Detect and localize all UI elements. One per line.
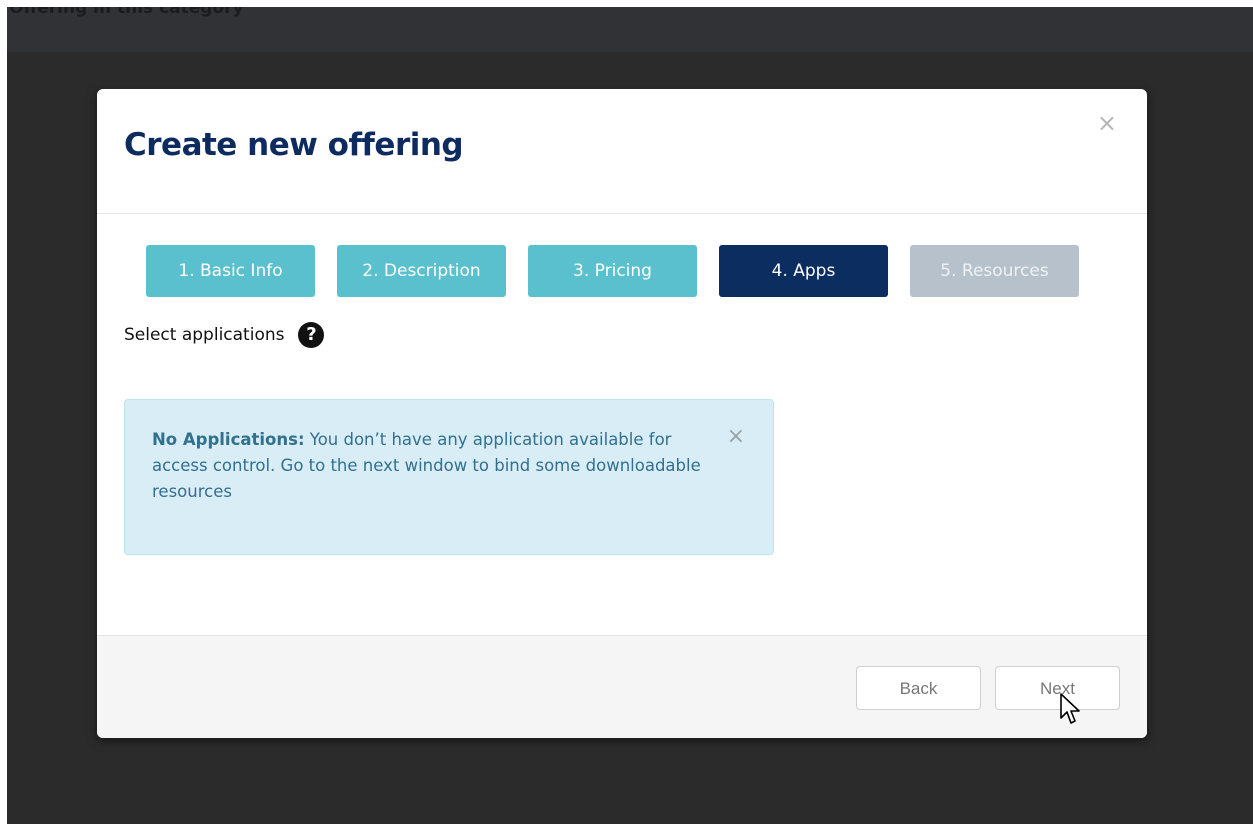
select-applications-row: Select applications ? (124, 320, 325, 350)
step-pricing[interactable]: 3. Pricing (528, 245, 697, 297)
close-icon[interactable]: × (1097, 111, 1117, 135)
no-applications-alert: No Applications: You don’t have any appl… (124, 399, 774, 555)
modal-title: Create new offering (124, 127, 464, 163)
mouse-cursor-icon (1060, 693, 1080, 724)
step-description[interactable]: 2. Description (337, 245, 506, 297)
page-header-bar: Offering in this category (7, 7, 1253, 52)
step-resources: 5. Resources (910, 245, 1079, 297)
step-basic-info[interactable]: 1. Basic Info (146, 245, 315, 297)
step-apps[interactable]: 4. Apps (719, 245, 888, 297)
alert-close-icon[interactable]: × (727, 426, 745, 448)
modal-header: Create new offering × (97, 89, 1147, 214)
select-applications-label: Select applications (124, 325, 285, 345)
alert-body: No Applications: You don’t have any appl… (152, 427, 707, 505)
help-icon[interactable]: ? (298, 322, 325, 348)
back-button[interactable]: Back (856, 666, 981, 710)
alert-title: No Applications: (152, 430, 305, 449)
next-button[interactable]: Next (995, 666, 1120, 710)
modal-footer: Back Next (97, 635, 1147, 738)
create-offering-modal: Create new offering × 1. Basic Info 2. D… (97, 89, 1147, 738)
wizard-steps: 1. Basic Info 2. Description 3. Pricing … (97, 245, 1147, 297)
page-header-text: Offering in this category (9, 7, 244, 18)
